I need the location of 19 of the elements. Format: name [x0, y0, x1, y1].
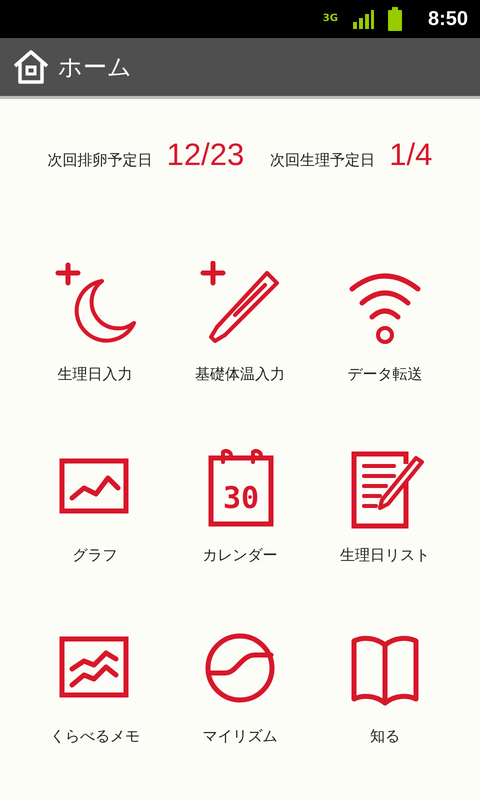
clock: 8:50	[428, 8, 468, 30]
menu-item[interactable]: マイリズム	[168, 623, 312, 746]
signal-icon	[352, 8, 374, 30]
home-icon[interactable]	[12, 49, 50, 85]
menu-item[interactable]: 生理日入力	[22, 261, 168, 384]
battery-icon	[388, 7, 402, 31]
network-type-icon: 3G	[322, 14, 338, 24]
menu-item[interactable]: 知る	[312, 623, 458, 746]
forecast-label: 次回排卵予定日	[48, 151, 153, 170]
menu-item[interactable]: 基礎体温入力	[168, 261, 312, 384]
menu-item[interactable]: 生理日リスト	[312, 442, 458, 565]
menu-item[interactable]: データ転送	[312, 261, 458, 384]
menu-item[interactable]: くらべるメモ	[22, 623, 168, 746]
forecast-date: 12/23	[166, 137, 244, 173]
screen-title: ホーム	[58, 52, 132, 83]
menu-item[interactable]: 30 カレンダー	[168, 442, 312, 565]
forecast-date: 1/4	[389, 137, 432, 173]
forecast-label: 次回生理予定日	[270, 151, 376, 170]
menu-item[interactable]: グラフ	[22, 442, 168, 565]
